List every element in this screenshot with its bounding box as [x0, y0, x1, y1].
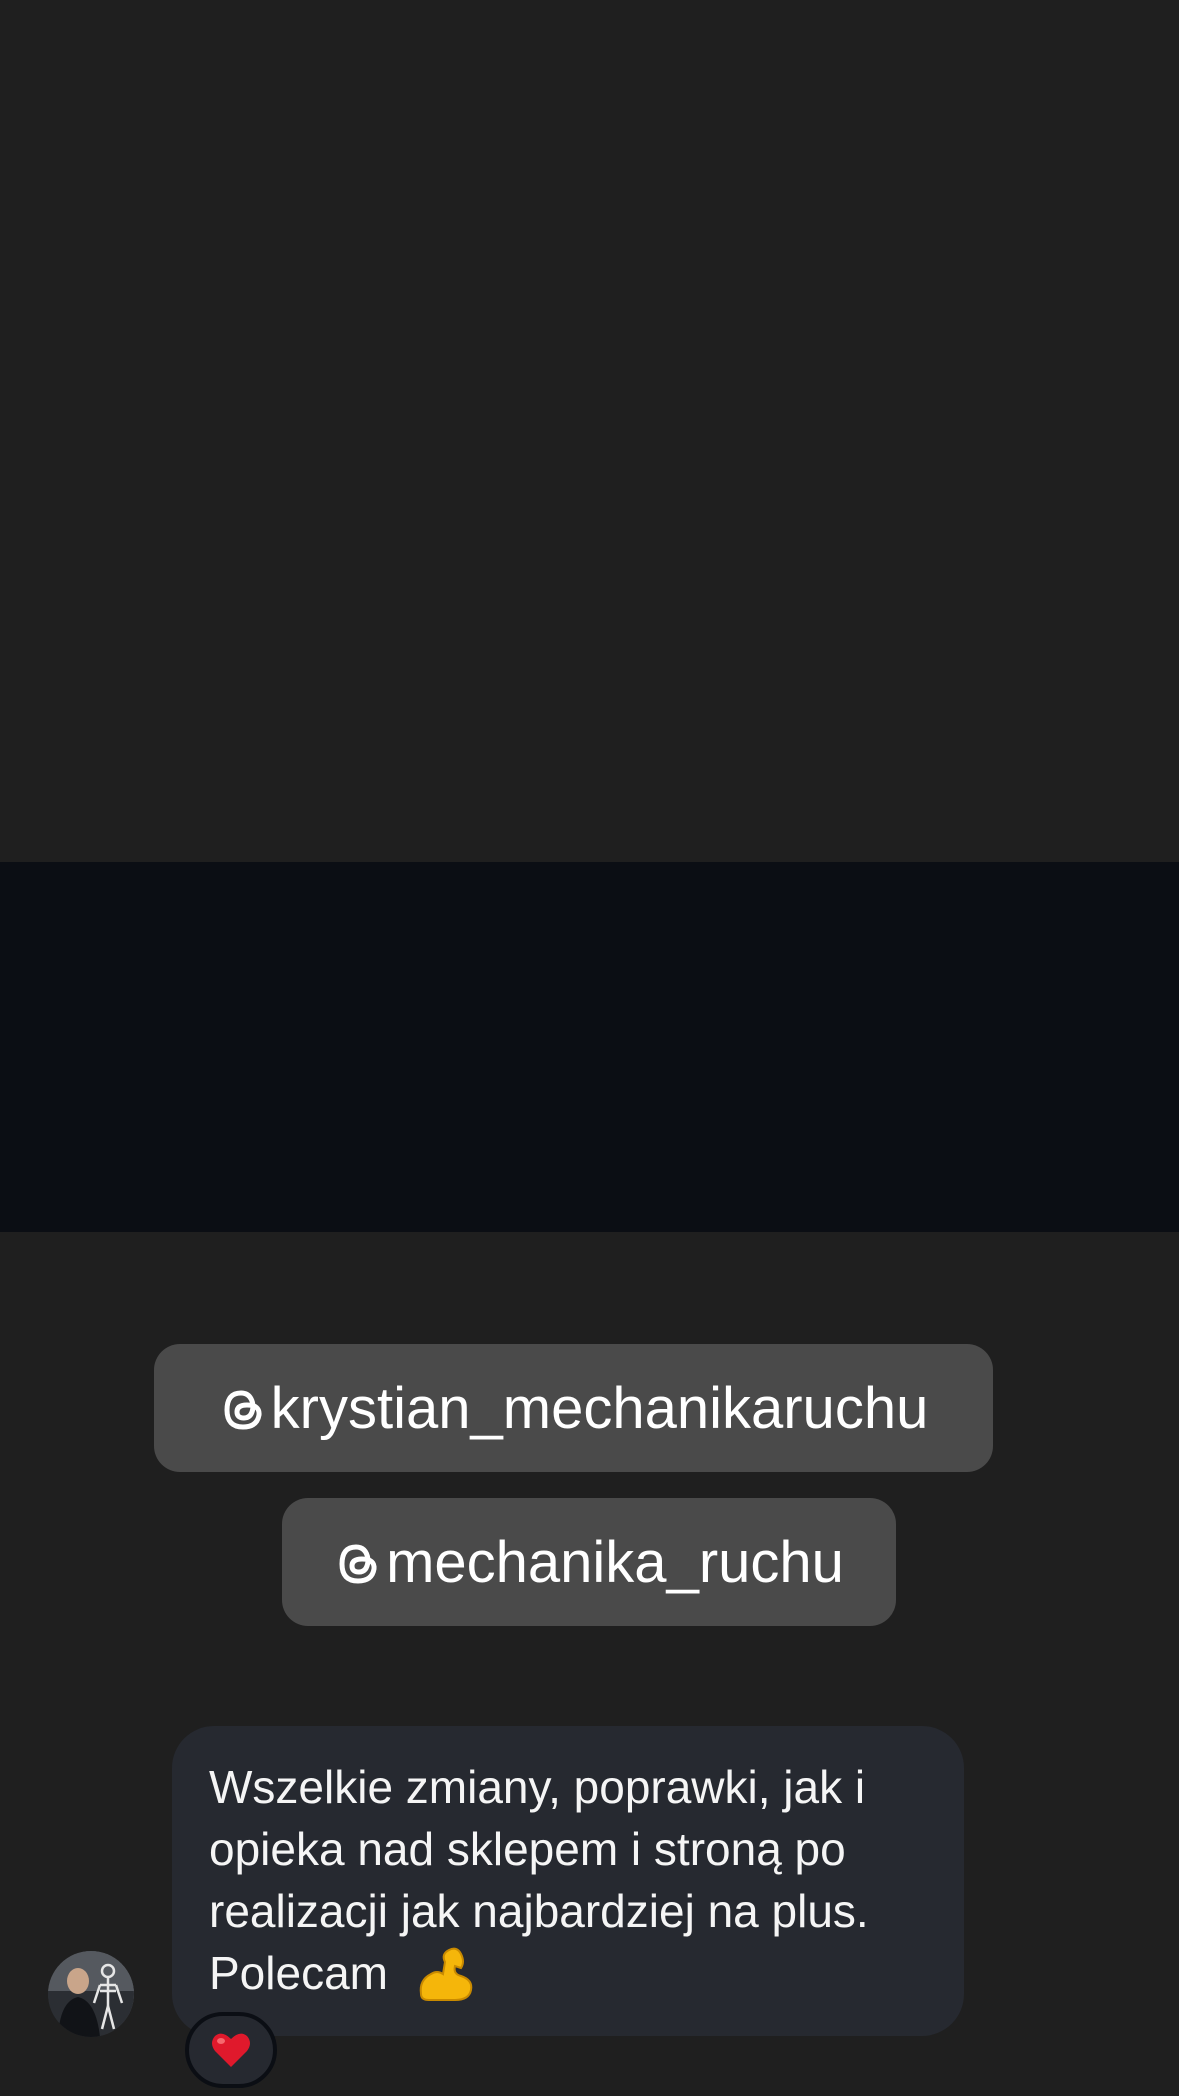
- mention-sticker-mechanika[interactable]: mechanika_ruchu: [282, 1498, 896, 1626]
- mention-handle: mechanika_ruchu: [386, 1529, 844, 1595]
- message-line: Wszelkie zmiany, poprawki, jak i: [209, 1761, 866, 1813]
- heart-icon: [212, 2033, 250, 2067]
- message-text: Polecam: [209, 1947, 388, 1999]
- message-row: Wszelkie zmiany, poprawki, jak i opieka …: [0, 862, 1179, 2088]
- reaction-badge[interactable]: ❤️: [185, 2012, 277, 2088]
- message-line-last: Polecam 💪: [209, 1942, 928, 2020]
- avatar-photo: [48, 1951, 134, 2037]
- message-line: opieka nad sklepem i stroną po: [209, 1823, 846, 1875]
- mention-sticker-krystian[interactable]: krystian_mechanikaruchu: [154, 1344, 993, 1472]
- avatar[interactable]: [48, 1951, 134, 2037]
- threads-icon: [339, 1544, 377, 1584]
- threads-icon: [224, 1390, 262, 1430]
- mention-handle: krystian_mechanikaruchu: [270, 1375, 929, 1441]
- flexed-biceps-icon: [419, 1947, 473, 2001]
- message-line: realizacji jak najbardziej na plus.: [209, 1885, 869, 1937]
- message-bubble[interactable]: Wszelkie zmiany, poprawki, jak i opieka …: [172, 1726, 964, 2036]
